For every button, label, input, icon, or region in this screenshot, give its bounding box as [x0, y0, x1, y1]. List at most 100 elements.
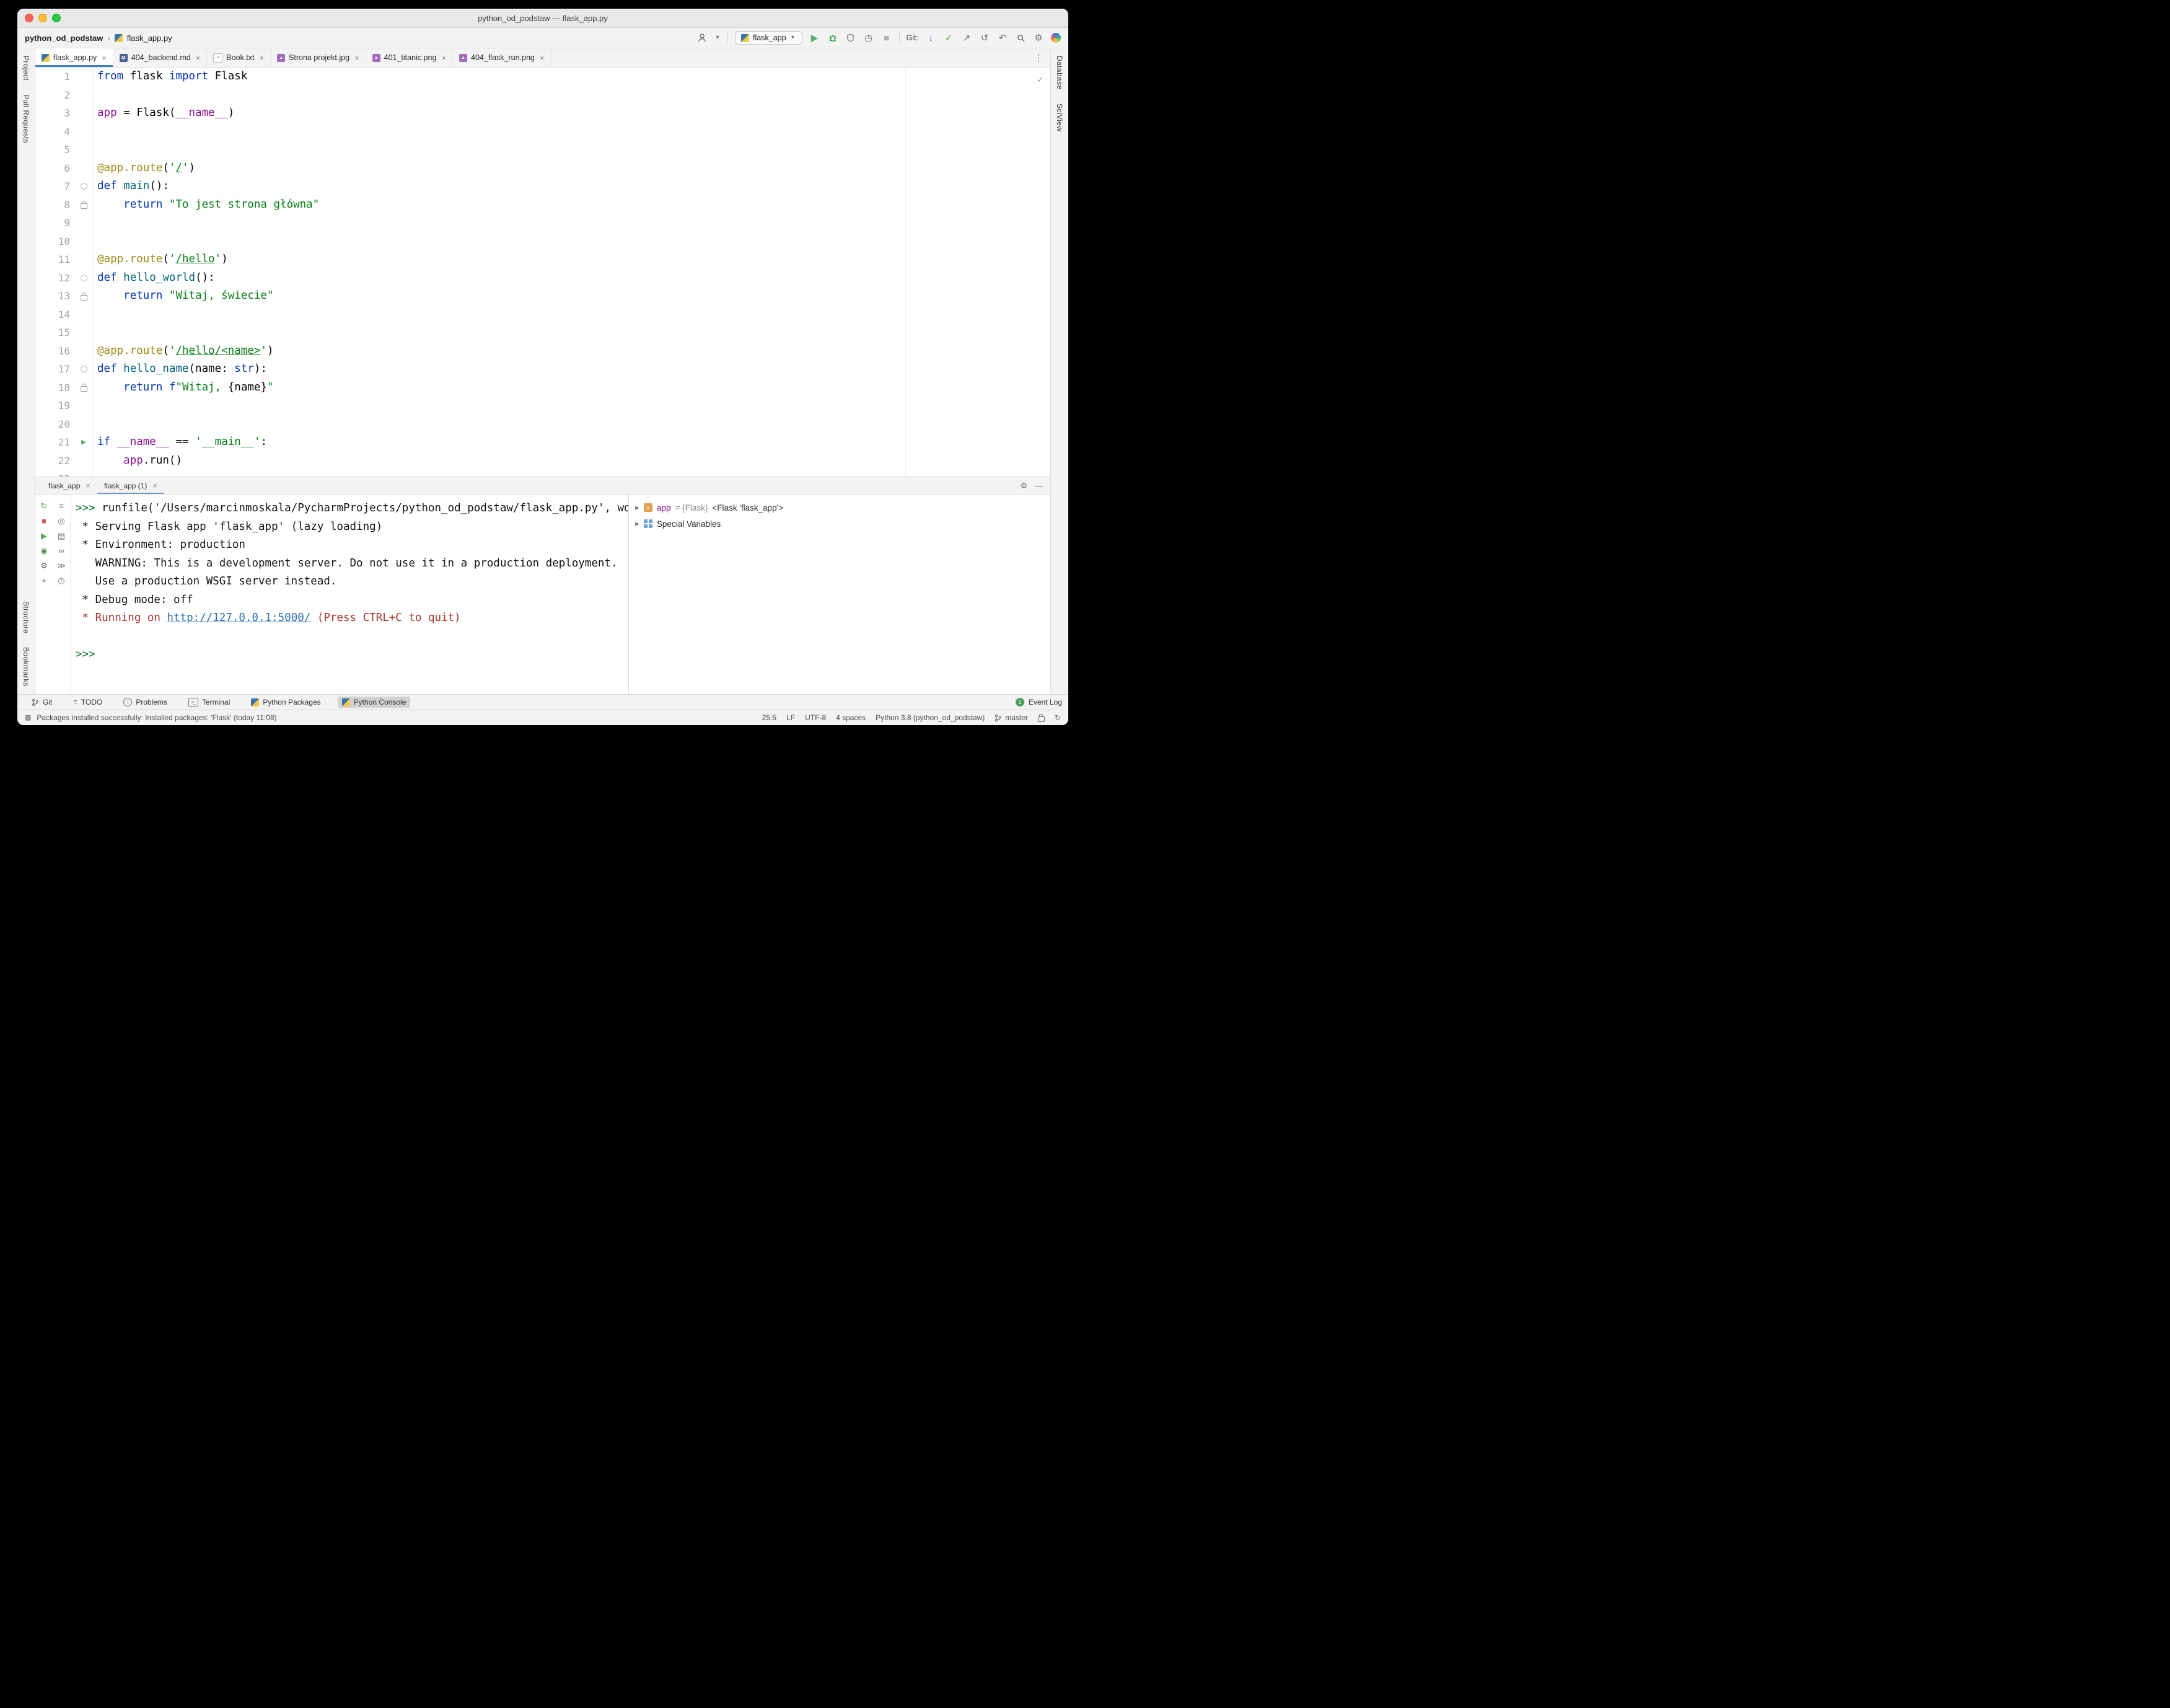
editor-tab-book-txt[interactable]: ≡Book.txt× [207, 48, 271, 67]
run-with-coverage-button[interactable] [845, 33, 856, 43]
breadcrumb-project[interactable]: python_od_podstaw [25, 33, 103, 43]
scroll-to-end-icon[interactable]: ≫ [55, 559, 68, 571]
minimize-window-button[interactable] [38, 14, 47, 22]
push-icon[interactable]: ↗ [961, 33, 972, 43]
pin-tab-icon[interactable]: ◎ [55, 514, 68, 527]
stop-button[interactable]: ■ [881, 33, 892, 43]
toolwindow-python-console[interactable]: Python Console [338, 697, 411, 708]
code-text[interactable]: @app.route('/hello') [93, 250, 228, 269]
console-tab-flask-app-1-[interactable]: flask_app (1)× [97, 477, 164, 494]
toolwindow-todo[interactable]: ≡ TODO [69, 697, 107, 708]
toolwindow-event-log[interactable]: 1 Event Log [1016, 698, 1062, 707]
toolwindow-git[interactable]: Git [27, 697, 56, 708]
search-everywhere-icon[interactable] [1015, 33, 1026, 43]
commit-icon[interactable]: ✓ [943, 33, 954, 43]
close-tab-icon[interactable]: × [152, 481, 157, 490]
console-output[interactable]: >>> runfile('/Users/marcinmoskala/Pychar… [71, 495, 628, 694]
notifications-icon[interactable]: ↻ [1055, 713, 1061, 722]
console-tab-flask-app[interactable]: flask_app× [42, 477, 97, 494]
run-configuration-select[interactable]: flask_app ▾ [735, 31, 802, 45]
execute-statement-icon[interactable]: ▶ [38, 529, 50, 542]
profiler-button[interactable]: ◷ [863, 33, 874, 43]
close-tab-icon[interactable]: × [540, 53, 545, 63]
code-text[interactable]: def main(): [93, 177, 169, 196]
code-text[interactable]: app.run() [93, 452, 182, 470]
code-text[interactable] [93, 415, 104, 434]
editor-tab-404-backend-md[interactable]: M404_backend.md× [113, 48, 208, 67]
code-text[interactable]: return "To jest strona główna" [93, 196, 319, 214]
code-text[interactable]: return f"Witaj, {name}" [93, 379, 274, 397]
code-text[interactable] [93, 123, 104, 141]
code-text[interactable]: from flask import Flask [93, 68, 247, 86]
code-editor[interactable]: ✓ 1from flask import Flask2 3app = Flask… [35, 68, 1050, 477]
stop-console-icon[interactable]: ■ [38, 514, 50, 527]
code-text[interactable] [93, 306, 104, 324]
new-console-icon[interactable]: + [38, 574, 50, 586]
chevron-down-icon[interactable]: ▾ [714, 35, 721, 41]
toolwindow-terminal[interactable]: >_ Terminal [184, 697, 234, 708]
close-tab-icon[interactable]: × [259, 53, 264, 63]
stripe-button-database[interactable]: Database [1055, 56, 1064, 90]
python-interpreter[interactable]: Python 3.8 (python_od_podstaw) [876, 713, 985, 722]
stripe-button-structure[interactable]: Structure [22, 601, 30, 633]
code-text[interactable]: return "Witaj, świecie" [93, 287, 274, 306]
code-text[interactable] [93, 141, 104, 159]
tool-windows-icon[interactable]: ▦ [25, 715, 31, 721]
stripe-button-project[interactable]: Project [22, 56, 30, 81]
variable-row[interactable]: ▶vapp = {Flask} <Flask 'flask_app'> [635, 500, 1044, 516]
fold-marker-icon[interactable] [81, 366, 87, 372]
close-tab-icon[interactable]: × [196, 53, 201, 63]
code-text[interactable]: def hello_name(name: str): [93, 360, 267, 379]
variable-row[interactable]: ▶Special Variables [635, 516, 1044, 532]
print-output-icon[interactable]: ▤ [55, 529, 68, 542]
run-line-icon[interactable]: ▶ [81, 438, 86, 446]
code-text[interactable]: @app.route('/hello/<name>') [93, 342, 274, 361]
code-text[interactable]: app = Flask(__name__) [93, 104, 234, 123]
tab-options-icon[interactable]: ⋮ [1027, 53, 1050, 63]
close-window-button[interactable] [25, 14, 33, 22]
inspections-ok-icon[interactable]: ✓ [1037, 71, 1043, 89]
profile-icon[interactable] [1051, 33, 1061, 43]
code-with-me-icon[interactable] [696, 33, 708, 43]
code-text[interactable] [93, 324, 104, 342]
toolwindow-python-packages[interactable]: Python Packages [247, 697, 325, 708]
hide-panel-icon[interactable]: — [1035, 481, 1043, 490]
stripe-button-pull-requests[interactable]: Pull Requests [22, 94, 30, 143]
code-text[interactable] [93, 470, 104, 477]
caret-position[interactable]: 25:5 [762, 713, 776, 722]
close-tab-icon[interactable]: × [354, 53, 359, 63]
code-text[interactable] [93, 232, 104, 251]
code-text[interactable]: if __name__ == '__main__': [93, 433, 267, 452]
editor-tab-404-flask-run-png[interactable]: ▲404_flask_run.png× [453, 48, 551, 67]
update-project-icon[interactable]: ↓ [925, 33, 936, 43]
fold-marker-icon[interactable] [81, 275, 87, 281]
stripe-button-sciview[interactable]: SciView [1055, 103, 1064, 131]
editor-tab-strona-projekt-jpg[interactable]: ▲Strona projekt.jpg× [271, 48, 366, 67]
fold-marker-icon[interactable] [81, 183, 87, 190]
code-text[interactable]: def hello_world(): [93, 269, 215, 288]
console-settings-icon[interactable]: ⚙ [38, 559, 50, 571]
git-branch-widget[interactable]: master [995, 713, 1028, 722]
code-text[interactable]: @app.route('/') [93, 159, 195, 178]
indent-style[interactable]: 4 spaces [836, 713, 866, 722]
browse-history-icon[interactable]: ◷ [55, 574, 68, 586]
close-tab-icon[interactable]: × [102, 53, 107, 63]
line-separator[interactable]: LF [786, 713, 795, 722]
expand-chevron-icon[interactable]: ▶ [635, 521, 639, 527]
attach-debugger-icon[interactable]: ◉ [38, 544, 50, 557]
breadcrumb-file[interactable]: flask_app.py [127, 33, 172, 43]
editor-tab-flask-app-py[interactable]: flask_app.py× [35, 48, 113, 67]
console-link[interactable]: http://127.0.0.1:5000/ [167, 612, 311, 624]
rerun-console-icon[interactable]: ↻ [38, 500, 50, 512]
zoom-window-button[interactable] [52, 14, 61, 22]
code-text[interactable] [93, 214, 104, 232]
editor-tab-401-titanic-png[interactable]: ▲401_titanic.png× [366, 48, 453, 67]
file-encoding[interactable]: UTF-8 [805, 713, 826, 722]
rollback-icon[interactable]: ↶ [997, 33, 1008, 43]
scroll-up-icon[interactable]: ≡ [55, 500, 68, 512]
history-icon[interactable]: ↺ [979, 33, 990, 43]
code-text[interactable] [93, 397, 104, 415]
console-gear-icon[interactable]: ⚙ [1020, 481, 1027, 491]
expand-chevron-icon[interactable]: ▶ [635, 504, 639, 511]
settings-gear-icon[interactable]: ⚙ [1033, 33, 1044, 43]
